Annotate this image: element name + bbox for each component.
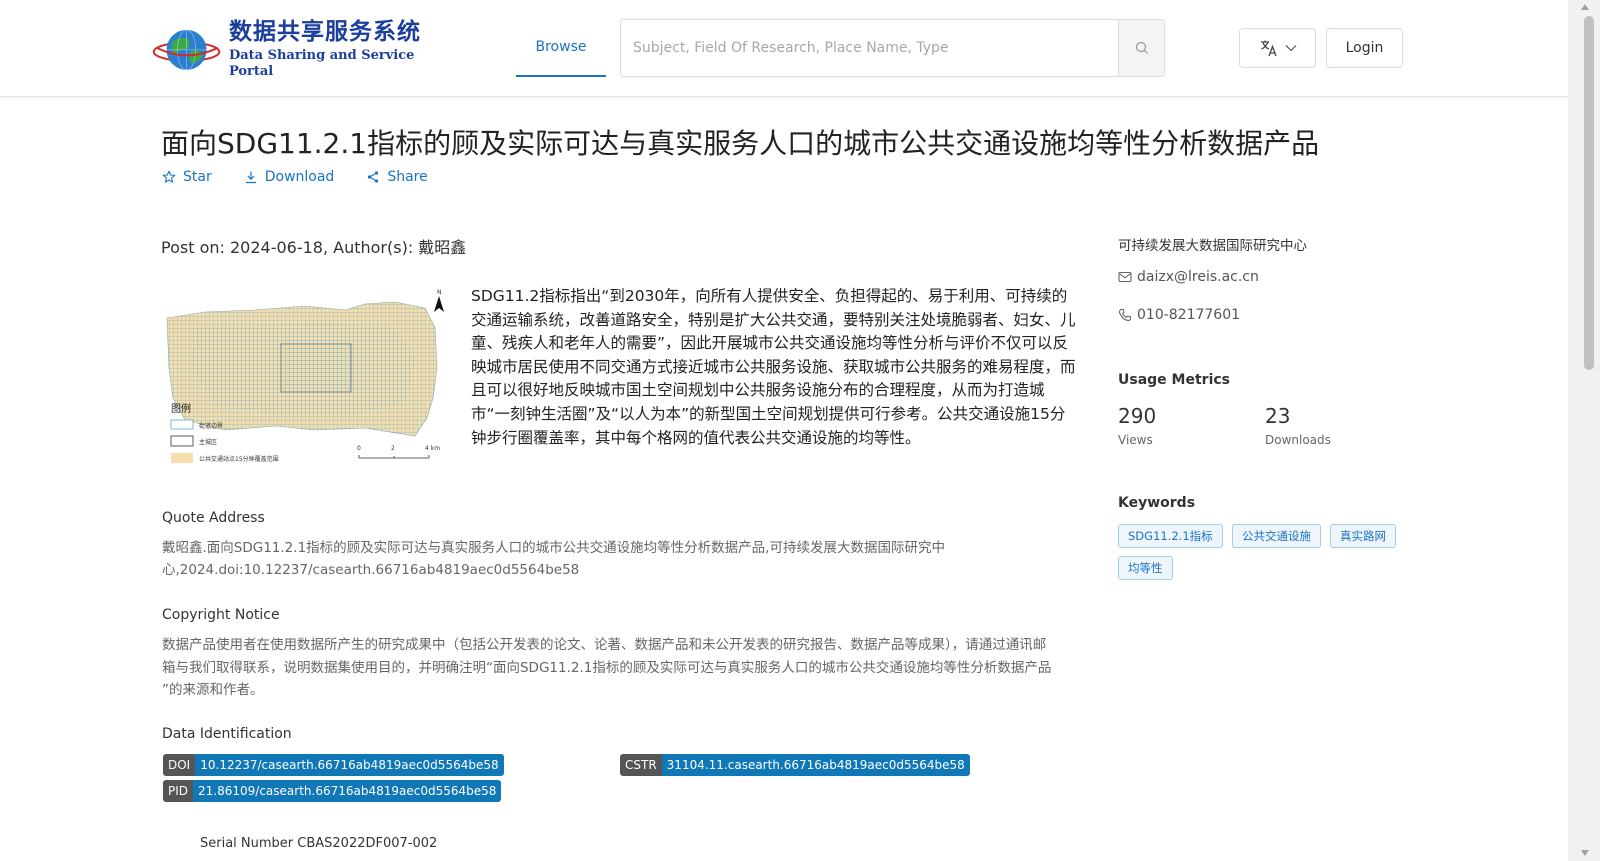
legend-item-coverage: 公共交通站点15分钟覆盖范围 <box>199 455 279 463</box>
quote-address-line-2: 心,2024.doi:10.12237/casearth.66716ab4819… <box>162 562 580 578</box>
doi-badge-value: 10.12237/casearth.66716ab4819aec0d5564be… <box>195 754 504 776</box>
keywords-heading: Keywords <box>1118 495 1196 511</box>
chevron-down-icon <box>1285 45 1296 52</box>
legend-title: 图例 <box>171 402 191 415</box>
usage-metrics-heading: Usage Metrics <box>1118 372 1230 388</box>
cstr-badge-key: CSTR <box>620 754 662 776</box>
mail-icon <box>1118 271 1132 283</box>
scroll-up-icon[interactable] <box>1581 4 1589 10</box>
cstr-badge-value: 31104.11.casearth.66716ab4819aec0d5564be… <box>661 754 970 776</box>
scroll-thumb[interactable] <box>1584 16 1594 370</box>
legend-item-street: 街道边界 <box>199 422 223 430</box>
quote-address-line-1: 戴昭鑫.面向SDG11.2.1指标的顾及实际可达与真实服务人口的城市公共交通设施… <box>162 540 945 556</box>
star-label: Star <box>183 169 212 185</box>
search-input[interactable] <box>621 20 1118 76</box>
cstr-badge[interactable]: CSTR 31104.11.casearth.66716ab4819aec0d5… <box>620 754 970 776</box>
scale-bar <box>358 455 430 459</box>
keyword-tag[interactable]: 均等性 <box>1118 556 1173 580</box>
download-label: Download <box>264 169 335 185</box>
star-button[interactable]: Star <box>162 169 212 185</box>
pid-badge-key: PID <box>163 780 194 802</box>
keyword-tag[interactable]: 公共交通设施 <box>1232 524 1321 548</box>
contact-email-text: daizx@lreis.ac.cn <box>1137 269 1259 285</box>
north-arrow-icon <box>434 296 444 312</box>
star-icon <box>162 170 176 183</box>
search-icon <box>1135 41 1148 54</box>
keyword-tag[interactable]: SDG11.2.1指标 <box>1118 524 1223 548</box>
doi-badge-key: DOI <box>163 754 196 776</box>
share-button[interactable]: Share <box>366 169 428 185</box>
dataset-map-image[interactable]: N 图例 街道边界 主城区 公共交通站点15分钟覆盖范围 0 2 4 km <box>165 288 450 468</box>
scale-label-4: 4 km <box>425 445 440 452</box>
downloads-label: Downloads <box>1265 433 1331 447</box>
contact-phone: 010-82177601 <box>1118 307 1240 323</box>
search-bar <box>620 19 1165 77</box>
nav-browse-tab[interactable]: Browse <box>516 20 606 77</box>
downloads-count: 23 <box>1265 404 1291 428</box>
pid-badge[interactable]: PID 21.86109/casearth.66716ab4819aec0d55… <box>163 780 502 802</box>
organization-name: 可持续发展大数据国际研究中心 <box>1118 238 1307 254</box>
scale-label-0: 0 <box>357 445 361 452</box>
translate-icon <box>1260 40 1277 57</box>
copyright-line-3: ”的来源和作者。 <box>162 682 264 698</box>
post-info: Post on: 2024-06-18, Author(s): 戴昭鑫 <box>161 238 467 257</box>
doi-badge[interactable]: DOI 10.12237/casearth.66716ab4819aec0d55… <box>163 754 504 776</box>
contact-email[interactable]: daizx@lreis.ac.cn <box>1118 269 1259 285</box>
search-button[interactable] <box>1118 20 1164 76</box>
globe-logo-icon <box>152 29 221 71</box>
share-icon <box>368 171 379 183</box>
data-identification-label: Data Identification <box>162 726 292 742</box>
copyright-notice-label: Copyright Notice <box>162 607 280 623</box>
language-switch-button[interactable] <box>1239 28 1316 68</box>
north-arrow-label: N <box>437 289 442 296</box>
share-label: Share <box>387 169 428 185</box>
views-count: 290 <box>1118 404 1157 428</box>
dataset-title: 面向SDG11.2.1指标的顾及实际可达与真实服务人口的城市公共交通设施均等性分… <box>161 127 1320 160</box>
scale-label-2: 2 <box>391 445 395 452</box>
dataset-description: SDG11.2指标指出“到2030年，向所有人提供安全、负担得起的、易于利用、可… <box>471 287 1076 447</box>
views-label: Views <box>1118 433 1153 447</box>
download-icon <box>245 171 256 184</box>
keyword-tag[interactable]: 真实路网 <box>1330 524 1396 548</box>
quote-address-label: Quote Address <box>162 510 265 526</box>
download-button[interactable]: Download <box>244 169 335 185</box>
dataset-actions: Star Download Share <box>162 169 428 185</box>
serial-number: Serial Number CBAS2022DF007-002 <box>200 836 438 851</box>
logo-english-text: Data Sharing and Service Portal <box>228 48 415 79</box>
phone-icon <box>1118 308 1132 322</box>
copyright-line-2: 箱与我们取得联系，说明数据集使用目的，并明确注明“面向SDG11.2.1指标的顾… <box>162 660 1052 676</box>
site-logo[interactable]: 数据共享服务系统 Data Sharing and Service Portal <box>152 18 442 80</box>
login-button[interactable]: Login <box>1326 28 1403 68</box>
logo-chinese-text: 数据共享服务系统 <box>228 19 421 45</box>
top-header: 数据共享服务系统 Data Sharing and Service Portal… <box>0 0 1568 97</box>
pid-badge-value: 21.86109/casearth.66716ab4819aec0d5564be… <box>193 780 502 802</box>
contact-phone-text: 010-82177601 <box>1137 307 1241 323</box>
copyright-line-1: 数据产品使用者在使用数据所产生的研究成果中（包括公开发表的论文、论著、数据产品和… <box>162 637 1047 653</box>
scroll-down-icon[interactable] <box>1581 850 1589 856</box>
legend-item-main-area: 主城区 <box>199 438 217 446</box>
